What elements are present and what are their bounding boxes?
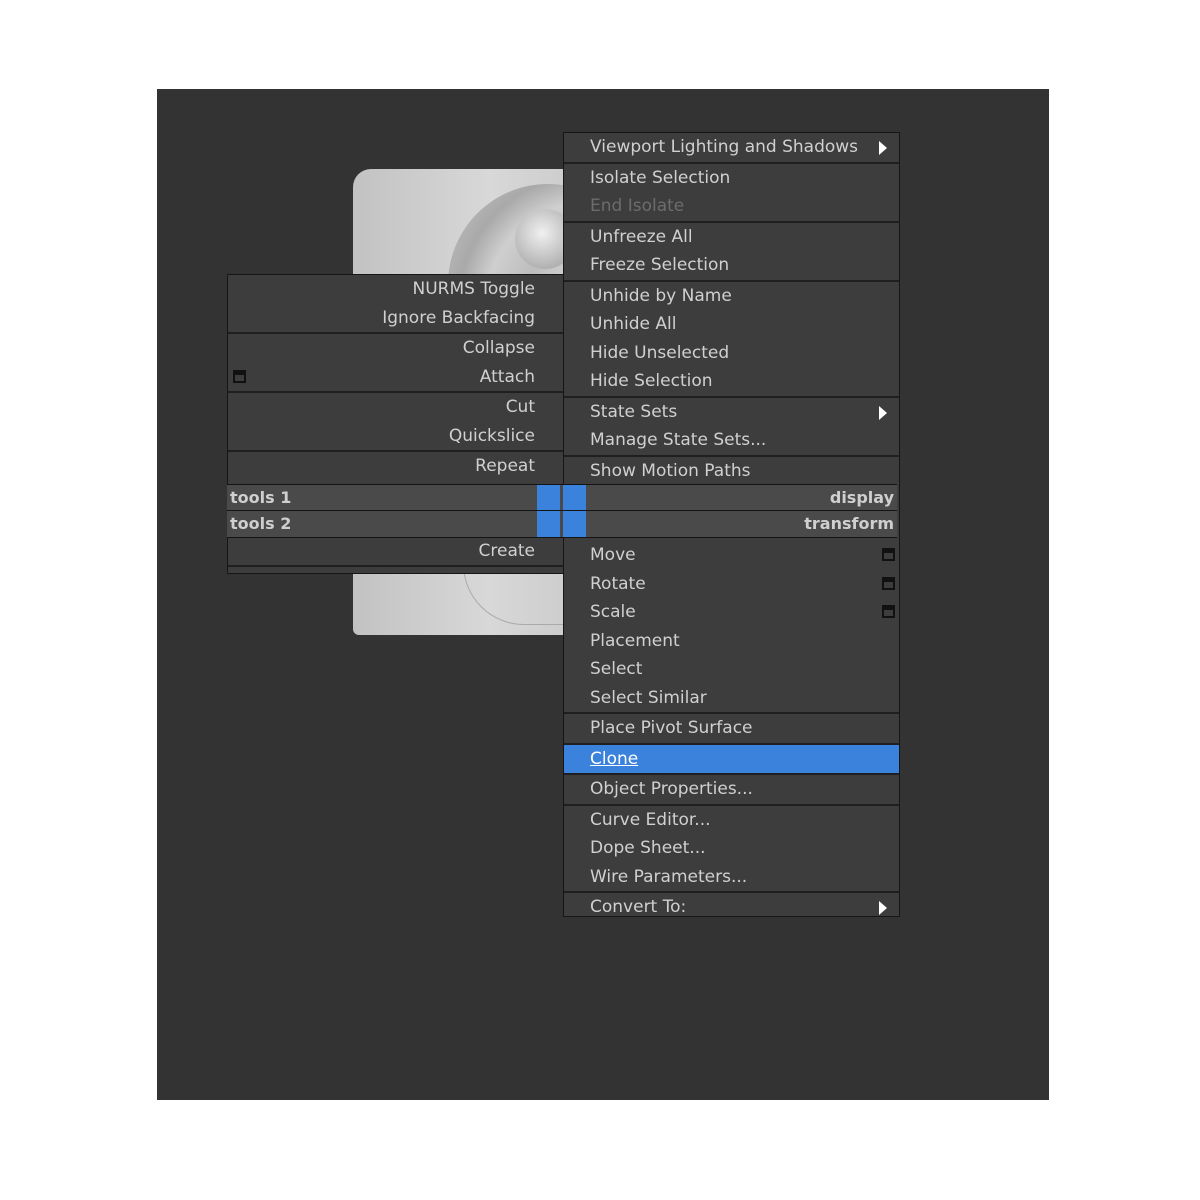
menu-item-unhide-all[interactable]: Unhide All [564,310,899,339]
menu-item-convert-to[interactable]: Convert To: [564,893,899,922]
menu-item-rotate[interactable]: Rotate [564,570,899,599]
menu-item-placement[interactable]: Placement [564,627,899,656]
menu-item-dope-sheet[interactable]: Dope Sheet... [564,834,899,863]
quad-selector-square[interactable] [537,485,560,511]
menu-item-select-similar[interactable]: Select Similar [564,684,899,713]
menu-item-place-pivot-surface[interactable]: Place Pivot Surface [564,714,899,743]
menu-item-cut[interactable]: Cut [228,393,563,422]
quad-header-row-2: tools 2 transform [227,510,897,538]
menu-item-repeat[interactable]: Repeat [228,452,563,481]
menu-item-quickslice[interactable]: Quickslice [228,422,563,451]
menu-item-nurms-toggle[interactable]: NURMS Toggle [228,275,563,304]
menu-item-label: Clone [590,748,639,769]
menu-item-label: Scale [590,602,636,622]
menu-item-unhide-by-name[interactable]: Unhide by Name [564,282,899,311]
menu-item-select[interactable]: Select [564,655,899,684]
quad-label-display[interactable]: display [830,485,894,510]
quad-label-transform[interactable]: transform [804,511,894,536]
menu-item-ignore-backfacing[interactable]: Ignore Backfacing [228,304,563,333]
menu-item-viewport-lighting[interactable]: Viewport Lighting and Shadows [564,133,899,162]
menu-item-wire-parameters[interactable]: Wire Parameters... [564,863,899,892]
quad-header-row-1: tools 1 display [227,484,897,512]
menu-item-show-motion-paths[interactable]: Show Motion Paths [564,457,899,486]
menu-item-hide-selection[interactable]: Hide Selection [564,367,899,396]
menu-item-label: Attach [479,366,535,387]
option-box-icon[interactable] [233,369,246,383]
menu-item-label: Viewport Lighting and Shadows [590,137,859,157]
quad-selector-square[interactable] [563,485,586,511]
menu-separator [228,565,563,567]
menu-item-curve-editor[interactable]: Curve Editor... [564,806,899,835]
quad-label-tools-2[interactable]: tools 2 [230,511,291,536]
quad-selector-square[interactable] [537,511,560,537]
menu-item-hide-unselected[interactable]: Hide Unselected [564,339,899,368]
submenu-arrow-icon [879,141,887,155]
menu-item-create[interactable]: Create [228,537,563,566]
menu-item-end-isolate: End Isolate [590,196,685,216]
option-box-icon[interactable] [882,576,895,590]
quad-label-tools-1[interactable]: tools 1 [230,485,291,510]
menu-item-label: Move [590,545,636,565]
menu-item-label: Convert To: [590,897,687,917]
menu-item-unfreeze-all[interactable]: Unfreeze All [564,223,899,252]
menu-item-clone[interactable]: Clone [564,744,899,773]
submenu-arrow-icon [879,901,887,915]
menu-item-scale[interactable]: Scale [564,598,899,627]
submenu-arrow-icon [879,405,887,420]
menu-item-collapse[interactable]: Collapse [228,334,563,363]
menu-item-label: Rotate [590,573,646,594]
quad-selector-square[interactable] [563,511,586,537]
menu-item-attach[interactable]: Attach [228,363,563,392]
menu-item-state-sets[interactable]: State Sets [564,398,899,427]
option-box-icon[interactable] [882,605,895,618]
menu-item-isolate-selection[interactable]: Isolate Selection [564,164,899,193]
menu-item-label: State Sets [590,401,678,422]
menu-item-object-properties[interactable]: Object Properties... [564,775,899,804]
menu-item-freeze-selection[interactable]: Freeze Selection [564,251,899,280]
menu-item-manage-state-sets[interactable]: Manage State Sets... [564,426,899,455]
menu-item-move[interactable]: Move [564,541,899,570]
option-box-icon[interactable] [882,548,895,561]
